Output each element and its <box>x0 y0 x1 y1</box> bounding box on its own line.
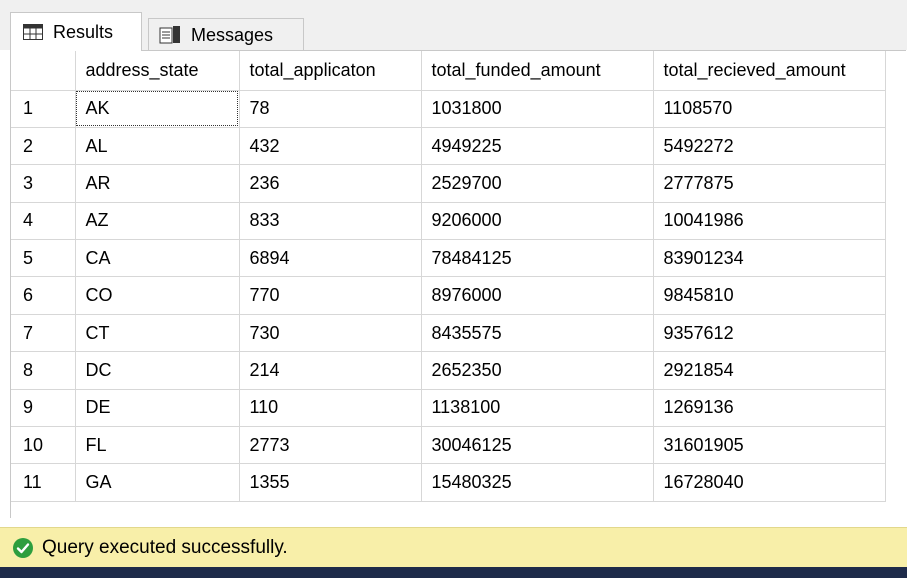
window-bottom-strip <box>0 567 907 578</box>
tab-messages[interactable]: Messages <box>148 18 304 51</box>
cell-address-state[interactable]: CT <box>75 314 240 353</box>
cell-total-received-amount[interactable]: 10041986 <box>653 202 886 241</box>
cell-total-funded-amount[interactable]: 1138100 <box>421 389 654 428</box>
row-number[interactable]: 10 <box>11 426 76 465</box>
cell-address-state[interactable]: DC <box>75 351 240 390</box>
row-number[interactable]: 2 <box>11 127 76 166</box>
cell-total-funded-amount[interactable]: 2652350 <box>421 351 654 390</box>
row-number[interactable]: 5 <box>11 239 76 278</box>
results-table: address_state total_applicaton total_fun… <box>11 51 886 502</box>
cell-total-received-amount[interactable]: 9845810 <box>653 276 886 315</box>
table-row[interactable]: 9 DE 110 1138100 1269136 <box>11 389 886 428</box>
row-number[interactable]: 1 <box>11 90 76 128</box>
cell-total-received-amount[interactable]: 2921854 <box>653 351 886 390</box>
cell-total-funded-amount[interactable]: 30046125 <box>421 426 654 465</box>
cell-total-application[interactable]: 730 <box>239 314 422 353</box>
cell-total-received-amount[interactable]: 1108570 <box>653 90 886 128</box>
cell-address-state[interactable]: GA <box>75 463 240 502</box>
table-row[interactable]: 7 CT 730 8435575 9357612 <box>11 314 886 353</box>
table-row[interactable]: 10 FL 2773 30046125 31601905 <box>11 426 886 465</box>
cell-total-application[interactable]: 110 <box>239 389 422 428</box>
column-header-total-application[interactable]: total_applicaton <box>239 51 422 91</box>
table-row[interactable]: 3 AR 236 2529700 2777875 <box>11 164 886 203</box>
table-row[interactable]: 11 GA 1355 15480325 16728040 <box>11 463 886 502</box>
cell-total-funded-amount[interactable]: 8435575 <box>421 314 654 353</box>
table-row[interactable]: 6 CO 770 8976000 9845810 <box>11 276 886 315</box>
cell-total-received-amount[interactable]: 31601905 <box>653 426 886 465</box>
cell-total-funded-amount[interactable]: 4949225 <box>421 127 654 166</box>
status-message: Query executed successfully. <box>42 536 288 558</box>
row-number[interactable]: 3 <box>11 164 76 203</box>
column-header-total-funded-amount[interactable]: total_funded_amount <box>421 51 654 91</box>
cell-address-state[interactable]: CO <box>75 276 240 315</box>
cell-total-received-amount[interactable]: 5492272 <box>653 127 886 166</box>
cell-total-application[interactable]: 432 <box>239 127 422 166</box>
table-row[interactable]: 2 AL 432 4949225 5492272 <box>11 127 886 166</box>
cell-address-state[interactable]: FL <box>75 426 240 465</box>
cell-total-received-amount[interactable]: 16728040 <box>653 463 886 502</box>
cell-total-received-amount[interactable]: 9357612 <box>653 314 886 353</box>
row-number[interactable]: 8 <box>11 351 76 390</box>
cell-address-state[interactable]: AZ <box>75 202 240 241</box>
cell-total-application[interactable]: 6894 <box>239 239 422 278</box>
row-number[interactable]: 4 <box>11 202 76 241</box>
row-number[interactable]: 6 <box>11 276 76 315</box>
cell-address-state[interactable]: AK <box>75 90 240 128</box>
cell-total-funded-amount[interactable]: 2529700 <box>421 164 654 203</box>
cell-total-funded-amount[interactable]: 1031800 <box>421 90 654 128</box>
row-number[interactable]: 9 <box>11 389 76 428</box>
check-circle-icon <box>12 537 34 559</box>
column-header-address-state[interactable]: address_state <box>75 51 240 91</box>
cell-total-received-amount[interactable]: 1269136 <box>653 389 886 428</box>
cell-total-funded-amount[interactable]: 15480325 <box>421 463 654 502</box>
cell-total-funded-amount[interactable]: 8976000 <box>421 276 654 315</box>
tab-results[interactable]: Results <box>10 12 142 51</box>
cell-total-application[interactable]: 214 <box>239 351 422 390</box>
cell-total-application[interactable]: 2773 <box>239 426 422 465</box>
messages-icon <box>159 25 181 45</box>
grid-icon <box>23 24 43 40</box>
cell-total-received-amount[interactable]: 2777875 <box>653 164 886 203</box>
tab-results-label: Results <box>53 21 114 42</box>
cell-address-state[interactable]: AL <box>75 127 240 166</box>
table-row[interactable]: 5 CA 6894 78484125 83901234 <box>11 239 886 278</box>
column-header-total-received-amount[interactable]: total_recieved_amount <box>653 51 886 91</box>
header-corner[interactable] <box>11 51 76 91</box>
cell-total-application[interactable]: 1355 <box>239 463 422 502</box>
cell-total-funded-amount[interactable]: 78484125 <box>421 239 654 278</box>
cell-address-state[interactable]: AR <box>75 164 240 203</box>
cell-total-application[interactable]: 770 <box>239 276 422 315</box>
cell-total-application[interactable]: 236 <box>239 164 422 203</box>
cell-total-application[interactable]: 833 <box>239 202 422 241</box>
cell-total-application[interactable]: 78 <box>239 90 422 128</box>
cell-total-funded-amount[interactable]: 9206000 <box>421 202 654 241</box>
cell-total-received-amount[interactable]: 83901234 <box>653 239 886 278</box>
results-grid[interactable]: address_state total_applicaton total_fun… <box>10 50 906 518</box>
header-row: address_state total_applicaton total_fun… <box>11 51 886 91</box>
cell-address-state[interactable]: DE <box>75 389 240 428</box>
tab-messages-label: Messages <box>191 24 274 45</box>
table-row[interactable]: 4 AZ 833 9206000 10041986 <box>11 202 886 241</box>
cell-address-state[interactable]: CA <box>75 239 240 278</box>
table-row[interactable]: 8 DC 214 2652350 2921854 <box>11 351 886 390</box>
result-tab-strip: Results Messages <box>0 0 907 51</box>
status-bar: Query executed successfully. <box>0 527 907 567</box>
row-number[interactable]: 7 <box>11 314 76 353</box>
table-row[interactable]: 1 AK 78 1031800 1108570 <box>11 90 886 128</box>
row-number[interactable]: 11 <box>11 463 76 502</box>
